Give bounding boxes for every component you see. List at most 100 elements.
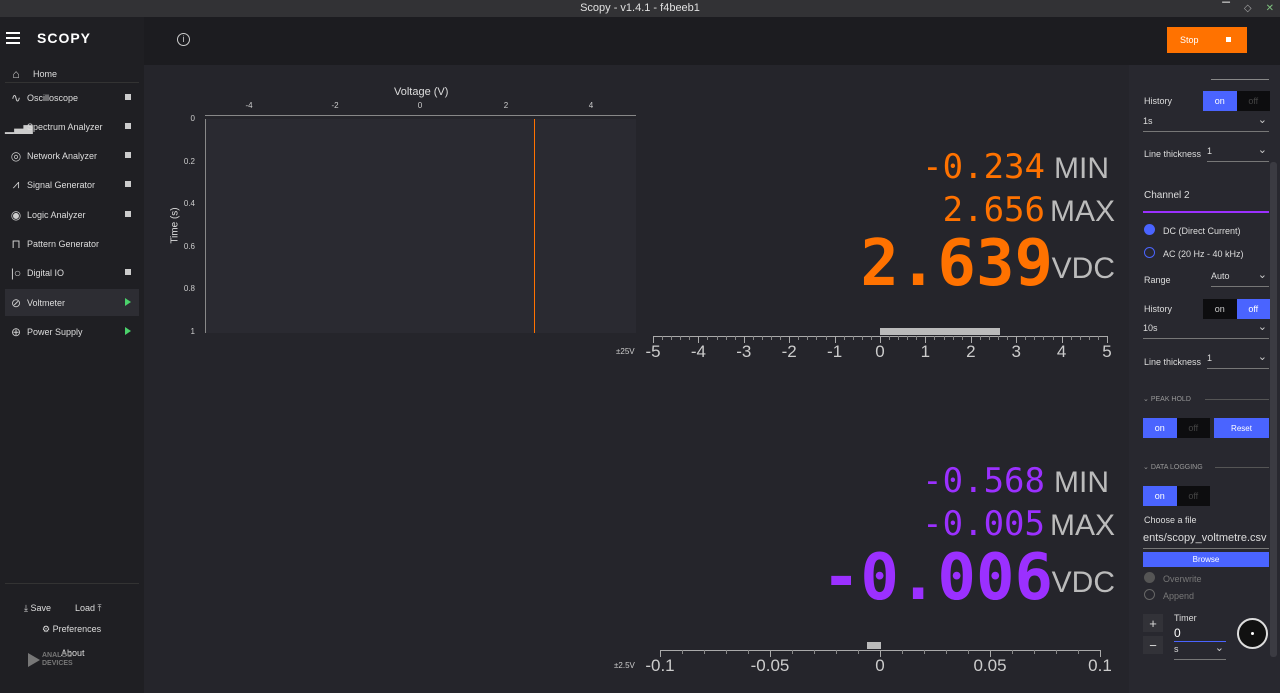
stop-button[interactable]: Stop [1167, 27, 1247, 53]
timer-increment-button[interactable]: + [1143, 614, 1163, 632]
scale-minor-tick [761, 336, 763, 340]
ch1-history-toggle[interactable]: on off [1203, 91, 1270, 111]
sidebar-item-spectrum-analyzer[interactable]: ▁▃▅ Spectrum Analyzer [5, 113, 139, 140]
minimize-icon[interactable]: ▔ [1222, 0, 1230, 17]
preferences-button[interactable]: ⚙ Preferences [42, 624, 101, 635]
signal-icon: ⩘ [12, 177, 20, 191]
y-tick-label: 0 [190, 114, 195, 123]
reset-button[interactable]: Reset [1214, 418, 1269, 438]
sidebar-item-label: Voltmeter [27, 297, 66, 308]
channel1-unit: VDC [1051, 252, 1115, 285]
panel-scrollbar[interactable] [1270, 162, 1277, 657]
scale-minor-tick [680, 336, 682, 340]
ch1-history-time-select[interactable]: 1s [1143, 113, 1269, 132]
file-path-input[interactable]: ents/scopy_voltmetre.csv [1143, 532, 1269, 549]
sidebar-item-voltmeter[interactable]: ⊘ Voltmeter [5, 289, 139, 316]
scale-minor-tick [814, 650, 815, 654]
scale-minor-tick [1070, 336, 1072, 340]
scale-minor-tick [836, 650, 837, 654]
channel1-max-value: 2.656 [942, 190, 1045, 230]
power-icon: ⊕ [10, 324, 22, 339]
ch1-history-label: History [1144, 96, 1173, 106]
knob-indicator [1251, 632, 1254, 635]
load-button[interactable]: Load ⤒ [75, 603, 102, 614]
close-icon[interactable]: ✕ [1266, 0, 1274, 17]
scale-minor-tick [1056, 650, 1057, 654]
scale-minor-tick [707, 336, 709, 340]
load-label: Load [75, 603, 96, 613]
timer-input[interactable]: 0 [1174, 626, 1226, 642]
scale-tick-label: -5 [645, 342, 661, 361]
divider [1205, 399, 1269, 400]
scale-minor-tick [780, 336, 782, 340]
scale-tick-label: 1 [920, 342, 931, 361]
timer-unit-select[interactable]: s [1174, 641, 1226, 660]
scale-minor-tick [1088, 336, 1090, 340]
menu-icon[interactable] [6, 32, 20, 44]
history-plot-xlabel: Voltage (V) [394, 86, 449, 98]
sidebar-item-label: Logic Analyzer [27, 209, 86, 220]
ch2-line-thickness-select[interactable]: 1 [1207, 350, 1269, 369]
scale-minor-tick [1025, 336, 1027, 340]
scale-minor-tick [725, 336, 727, 340]
scale-minor-tick [858, 650, 859, 654]
channel2-min-label: MIN [1054, 466, 1109, 499]
sidebar-item-power-supply[interactable]: ⊕ Power Supply [5, 318, 139, 345]
ch2-history-toggle[interactable]: on off [1203, 299, 1270, 319]
sidebar-item-label: Oscilloscope [27, 92, 79, 103]
logo-line2: DEVICES [42, 660, 73, 667]
x-tick-label: 2 [503, 101, 509, 110]
home-icon: ⌂ [12, 66, 20, 81]
append-radio [1144, 589, 1155, 600]
scale-tick-label: 0.1 [1088, 656, 1112, 675]
range-label: Range [1144, 275, 1171, 285]
scale-minor-tick [1034, 336, 1036, 340]
preferences-label: Preferences [52, 624, 102, 634]
ac-radio[interactable] [1144, 247, 1155, 258]
status-running-icon [125, 298, 131, 306]
status-stopped-icon [125, 181, 131, 187]
scale-tick-label: -2 [781, 342, 797, 361]
scale-minor-tick [961, 336, 963, 340]
scale-minor-tick [752, 336, 754, 340]
sidebar-item-pattern-generator[interactable]: ⊓ Pattern Generator [5, 230, 139, 257]
oscilloscope-icon: ∿ [10, 90, 22, 105]
scale-tick-label: -4 [690, 342, 706, 361]
sidebar-item-network-analyzer[interactable]: ◎ Network Analyzer [5, 142, 139, 169]
sidebar-item-label: Signal Generator [27, 179, 96, 190]
sidebar-item-oscilloscope[interactable]: ∿ Oscilloscope [5, 84, 139, 111]
scale-minor-tick [924, 650, 925, 654]
scale-tick-label: 2 [966, 342, 976, 361]
dc-radio[interactable] [1144, 224, 1155, 235]
sidebar-item-signal-generator[interactable]: ⩘ Signal Generator [5, 171, 139, 198]
channel1-max-label: MAX [1049, 195, 1115, 228]
save-button[interactable]: ⤓ Save [24, 603, 51, 614]
data-logging-section-header[interactable]: ⌄ DATA LOGGING [1143, 463, 1203, 471]
timer-decrement-button[interactable]: − [1143, 636, 1163, 654]
ch2-history-time-select[interactable]: 10s [1143, 320, 1269, 339]
window-titlebar: Scopy - v1.4.1 - f4beeb1 ▔ ◇ ✕ [0, 0, 1280, 17]
timer-knob[interactable] [1237, 618, 1268, 649]
sidebar-item-digital-io[interactable]: |○ Digital IO [5, 259, 139, 286]
peak-hold-section-header[interactable]: ⌄ PEAK HOLD [1143, 395, 1191, 403]
info-icon[interactable]: i [177, 33, 190, 46]
peak-hold-toggle[interactable]: on off [1143, 418, 1210, 438]
scale-tick-label: 0 [875, 342, 885, 361]
sidebar-item-logic-analyzer[interactable]: ◉ Logic Analyzer [5, 201, 139, 228]
browse-button[interactable]: Browse [1143, 552, 1269, 567]
scale-minor-tick [1078, 650, 1079, 654]
ch1-line-thickness-select[interactable]: 1 [1207, 143, 1269, 162]
sidebar-item-label: Network Analyzer [27, 150, 98, 161]
scale-minor-tick [771, 336, 773, 340]
scale-minor-tick [748, 650, 749, 654]
scale-minor-tick [704, 650, 705, 654]
scale-minor-tick [1097, 336, 1099, 340]
data-logging-toggle[interactable]: on off [1143, 486, 1210, 506]
timer-label: Timer [1174, 613, 1197, 623]
scale-minor-tick [798, 336, 800, 340]
scale-minor-tick [807, 336, 809, 340]
scale-tick-label: 5 [1102, 342, 1112, 361]
history-plot[interactable] [205, 119, 636, 333]
range-select[interactable]: Auto [1211, 268, 1269, 287]
maximize-icon[interactable]: ◇ [1244, 0, 1252, 17]
